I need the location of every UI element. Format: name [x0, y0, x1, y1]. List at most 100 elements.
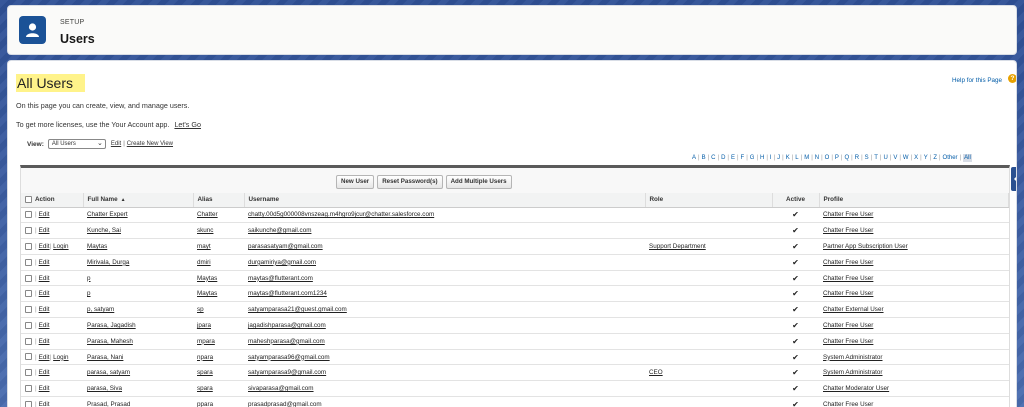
column-alias[interactable]: Alias	[193, 193, 245, 208]
edit-link[interactable]: Edit	[39, 385, 50, 392]
alpha-filter-p[interactable]: P	[835, 155, 839, 161]
row-checkbox[interactable]	[25, 227, 32, 235]
user-full-name-link[interactable]: parasa, satyam	[87, 369, 130, 376]
user-profile-link[interactable]: Chatter Free User	[823, 211, 873, 218]
row-checkbox[interactable]	[25, 385, 32, 393]
edit-link[interactable]: Edit	[39, 211, 50, 218]
alpha-filter-q[interactable]: Q	[844, 155, 849, 161]
login-link[interactable]: Login	[53, 354, 68, 361]
row-checkbox[interactable]	[25, 211, 32, 219]
view-dropdown[interactable]: All Users ⌄	[47, 139, 106, 149]
edit-link[interactable]: Edit	[39, 369, 50, 376]
user-profile-link[interactable]: Chatter External User	[823, 306, 884, 313]
alpha-filter-l[interactable]: L	[795, 155, 798, 161]
edit-link[interactable]: Edit	[39, 354, 50, 361]
user-alias[interactable]: Maytas	[197, 275, 217, 282]
user-username-link[interactable]: prasadprasad@gmail.com	[248, 401, 322, 407]
user-profile-link[interactable]: Chatter Free User	[823, 338, 873, 345]
user-full-name-link[interactable]: parasa, Siva	[87, 385, 122, 392]
user-full-name-link[interactable]: Kunche, Sai	[87, 227, 121, 234]
alpha-filter-v[interactable]: V	[893, 155, 897, 161]
alpha-filter-e[interactable]: E	[731, 155, 735, 161]
user-alias[interactable]: dmiri	[197, 259, 211, 266]
user-full-name-link[interactable]: Maytas	[87, 243, 107, 250]
edit-link[interactable]: Edit	[39, 290, 50, 297]
user-username-link[interactable]: chatty.00d5g000008vnszeag.m4hgro9jcur@ch…	[248, 211, 434, 218]
user-profile-link[interactable]: Chatter Free User	[823, 227, 873, 234]
alpha-filter-w[interactable]: W	[903, 155, 909, 161]
user-profile-link[interactable]: Chatter Free User	[823, 275, 873, 282]
add-multiple-users-button[interactable]: Add Multiple Users	[445, 175, 512, 189]
user-profile-link[interactable]: System Administrator	[823, 354, 883, 361]
row-checkbox[interactable]	[25, 369, 32, 377]
user-full-name-link[interactable]: Parasa, Mahesh	[87, 338, 133, 345]
row-checkbox[interactable]	[25, 353, 32, 361]
alpha-filter-u[interactable]: U	[883, 155, 887, 161]
alpha-filter-other[interactable]: Other	[943, 155, 958, 161]
alpha-filter-c[interactable]: C	[711, 155, 715, 161]
alpha-filter-j[interactable]: J	[777, 155, 780, 161]
edit-link[interactable]: Edit	[39, 338, 50, 345]
column-role[interactable]: Role	[645, 193, 773, 208]
user-profile-link[interactable]: Chatter Free User	[823, 290, 873, 297]
user-role-link[interactable]: Support Department	[649, 243, 706, 250]
alpha-filter-o[interactable]: O	[825, 155, 830, 161]
lets-go-link[interactable]: Let's Go	[174, 120, 201, 129]
user-alias[interactable]: skunc	[197, 227, 213, 234]
row-checkbox[interactable]	[25, 274, 32, 282]
edit-link[interactable]: Edit	[39, 306, 50, 313]
user-username-link[interactable]: satyamparasa21@guest.gmail.com	[248, 306, 347, 313]
user-alias[interactable]: mayt	[197, 243, 211, 250]
alpha-filter-x[interactable]: X	[914, 155, 918, 161]
user-username-link[interactable]: maytas@flutterant.com1234	[248, 290, 327, 297]
edit-link[interactable]: Edit	[39, 322, 50, 329]
user-full-name-link[interactable]: Chatter Expert	[87, 211, 128, 218]
user-username-link[interactable]: jagadishparasa@gmail.com	[248, 322, 326, 329]
user-username-link[interactable]: satyamparasa96@gmail.com	[248, 354, 330, 361]
column-full-name[interactable]: Full Name ▲	[83, 193, 194, 208]
user-username-link[interactable]: maheshparasa@gmail.com	[248, 338, 325, 345]
alpha-filter-y[interactable]: Y	[924, 155, 928, 161]
edit-link[interactable]: Edit	[39, 275, 50, 282]
alpha-filter-k[interactable]: K	[786, 155, 790, 161]
alpha-filter-r[interactable]: R	[855, 155, 859, 161]
user-username-link[interactable]: satyamparasa9@gmail.com	[248, 369, 326, 376]
user-full-name-link[interactable]: Parasa, Jagadish	[87, 322, 136, 329]
alpha-filter-m[interactable]: M	[804, 155, 809, 161]
user-role-link[interactable]: CEO	[649, 369, 663, 376]
user-full-name-link[interactable]: Parasa, Nani	[87, 354, 123, 361]
collapse-panel-tab[interactable]	[1011, 167, 1016, 191]
user-username-link[interactable]: durgamiriya@gmail.com	[248, 259, 316, 266]
user-profile-link[interactable]: Chatter Free User	[823, 401, 873, 407]
alpha-filter-a[interactable]: A	[692, 155, 696, 161]
row-checkbox[interactable]	[25, 400, 32, 407]
user-alias[interactable]: ppara	[197, 401, 213, 407]
user-username-link[interactable]: sivaparasa@gmail.com	[248, 385, 314, 392]
alpha-filter-h[interactable]: H	[760, 155, 764, 161]
alpha-filter-s[interactable]: S	[865, 155, 869, 161]
edit-link[interactable]: Edit	[39, 243, 50, 250]
user-full-name-link[interactable]: Prasad, Prasad	[87, 401, 130, 407]
row-checkbox[interactable]	[25, 321, 32, 329]
alpha-filter-f[interactable]: F	[741, 155, 745, 161]
alpha-filter-i[interactable]: I	[770, 155, 772, 161]
user-full-name-link[interactable]: p	[87, 275, 91, 282]
alpha-filter-b[interactable]: B	[702, 155, 706, 161]
user-profile-link[interactable]: Chatter Moderator User	[823, 385, 889, 392]
edit-view-link[interactable]: Edit	[111, 141, 121, 147]
column-username[interactable]: Username	[244, 193, 646, 208]
help-icon[interactable]: ?	[1008, 74, 1016, 83]
alpha-filter-g[interactable]: G	[750, 155, 755, 161]
column-profile[interactable]: Profile	[819, 193, 1009, 208]
login-link[interactable]: Login	[53, 243, 68, 250]
row-checkbox[interactable]	[25, 337, 32, 345]
row-checkbox[interactable]	[25, 290, 32, 298]
select-all-checkbox[interactable]	[25, 196, 32, 204]
column-active[interactable]: Active	[772, 193, 820, 208]
alpha-filter-d[interactable]: D	[721, 155, 725, 161]
user-full-name-link[interactable]: Mirivala, Durga	[87, 259, 129, 266]
create-new-view-link[interactable]: Create New View	[127, 141, 173, 147]
edit-link[interactable]: Edit	[39, 259, 50, 266]
alpha-filter-z[interactable]: Z	[933, 155, 937, 161]
alpha-filter-t[interactable]: T	[874, 155, 878, 161]
